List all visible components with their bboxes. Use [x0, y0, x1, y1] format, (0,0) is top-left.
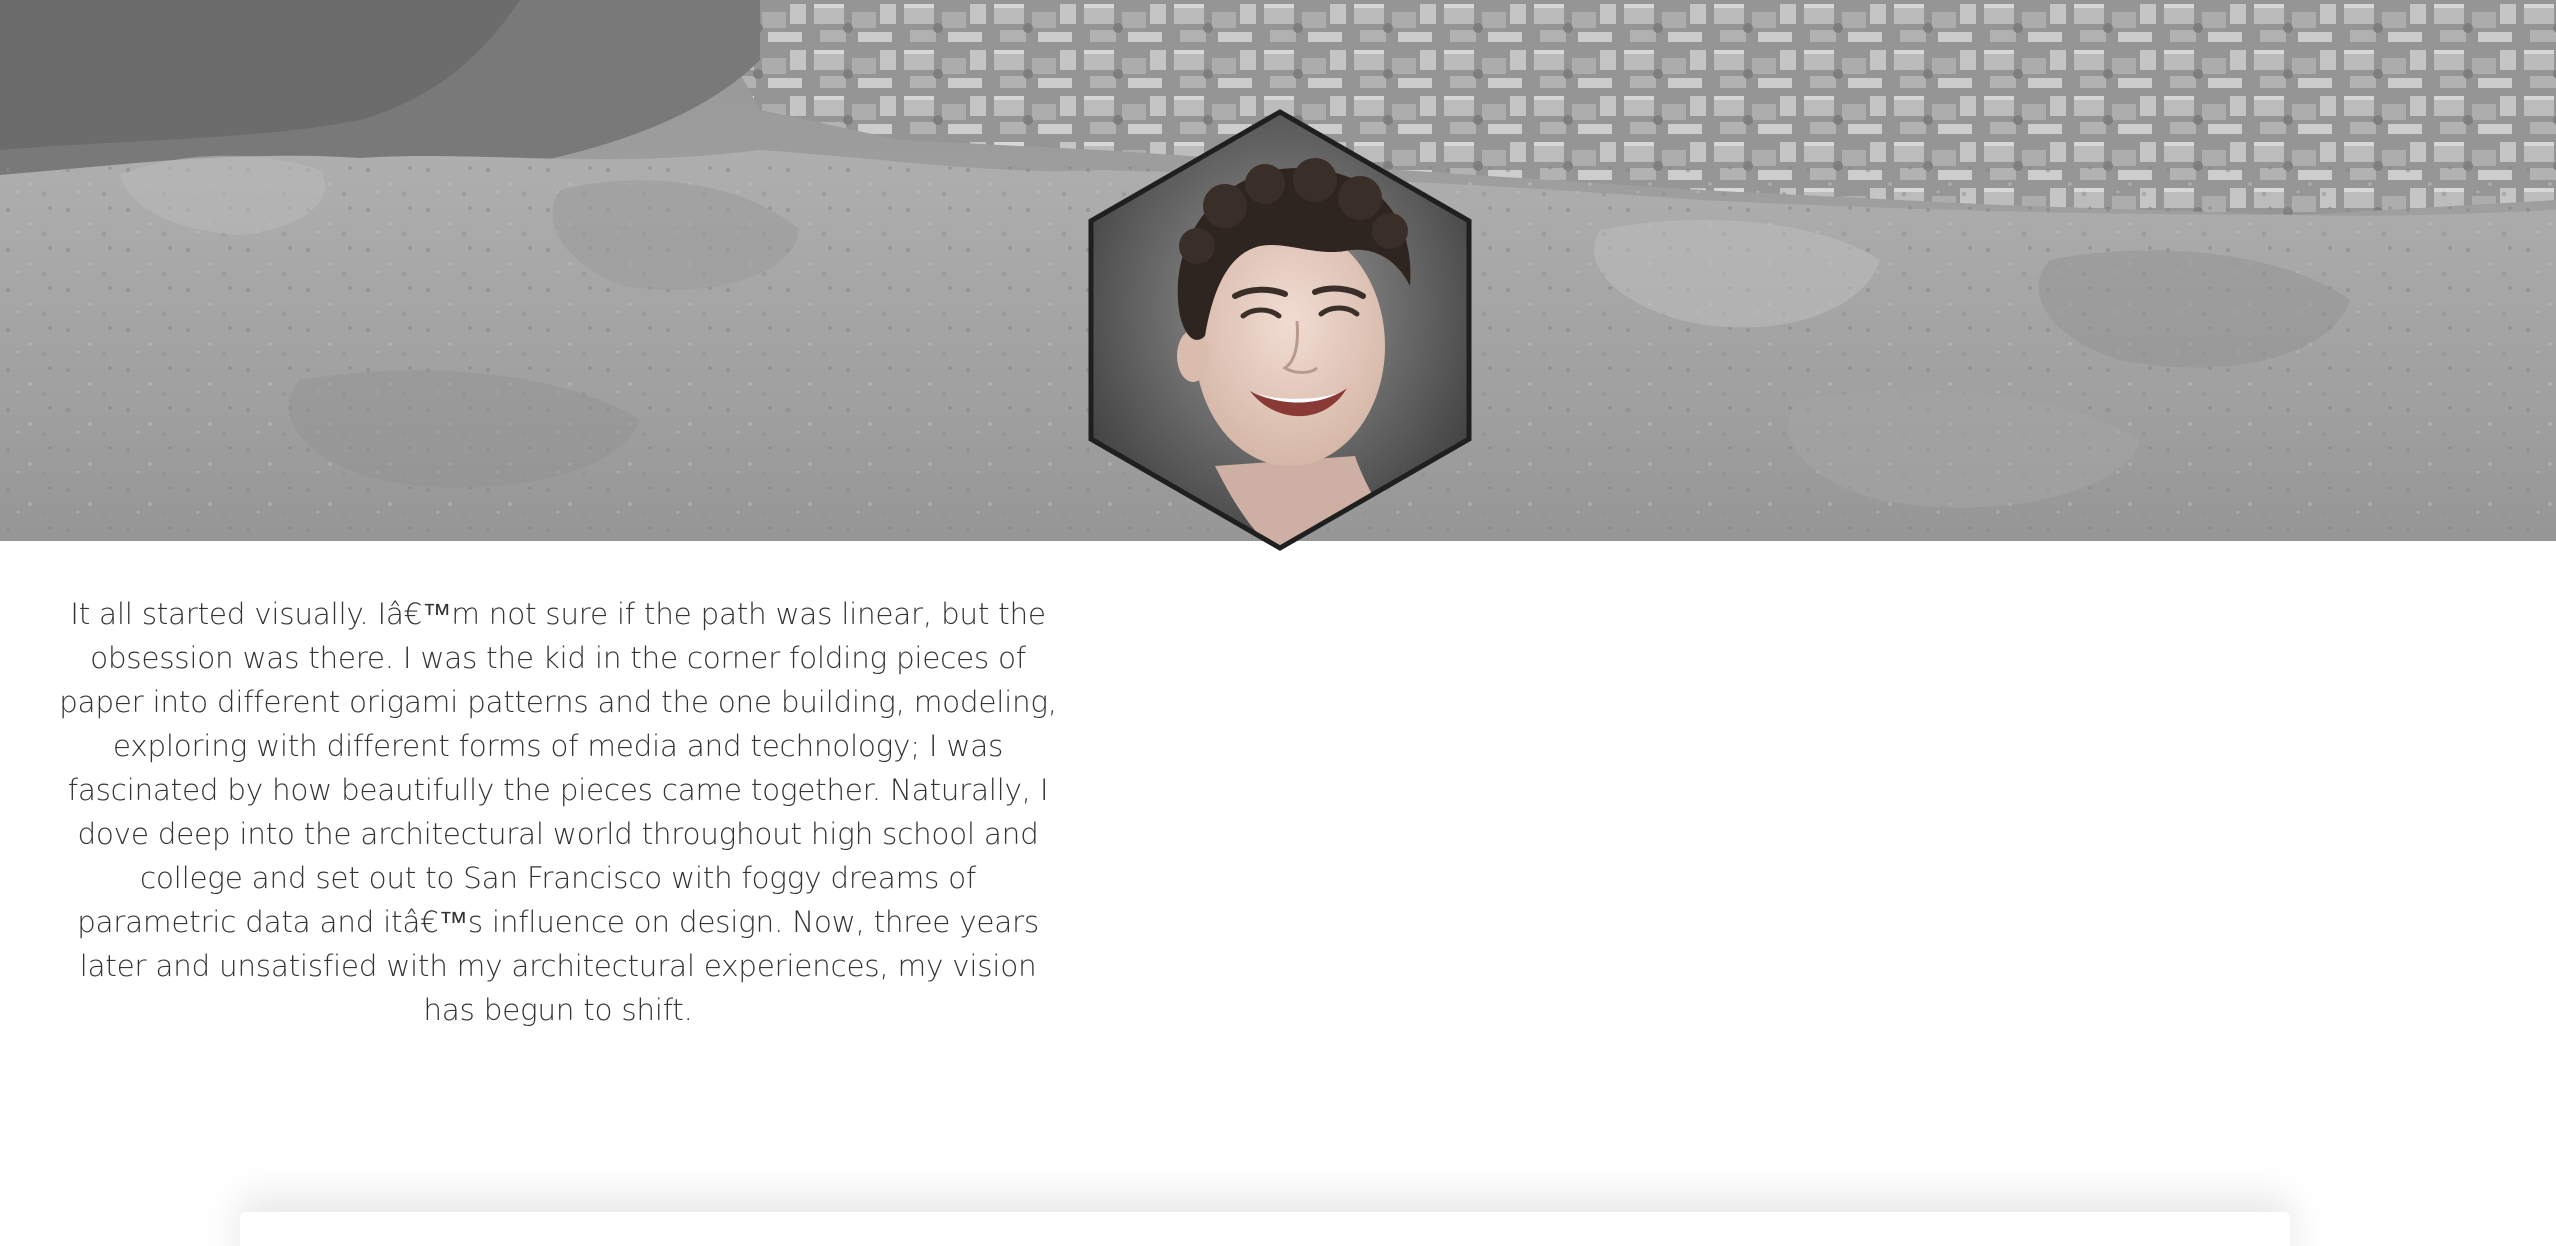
bio-paragraph: It all started visually. Iâ€™m not sure …	[59, 597, 1057, 1027]
profile-photo	[1088, 109, 1472, 551]
profile-avatar	[1085, 106, 1475, 554]
content-card-edge	[240, 1212, 2290, 1246]
page: It all started visually. Iâ€™m not sure …	[0, 0, 2556, 1246]
